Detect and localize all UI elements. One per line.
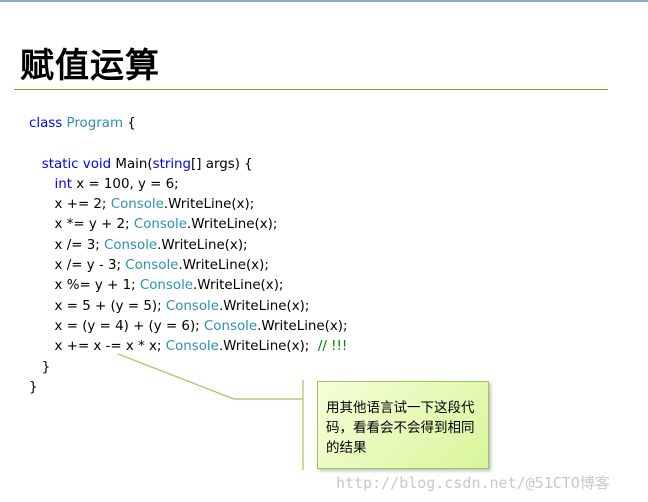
callout-note: 用其他语言试一下这段代码，看看会不会得到相同的结果: [317, 381, 489, 469]
callout-leader-line: [117, 353, 303, 400]
watermark: http://blog.csdn.net/@51CTO博客: [336, 474, 610, 492]
